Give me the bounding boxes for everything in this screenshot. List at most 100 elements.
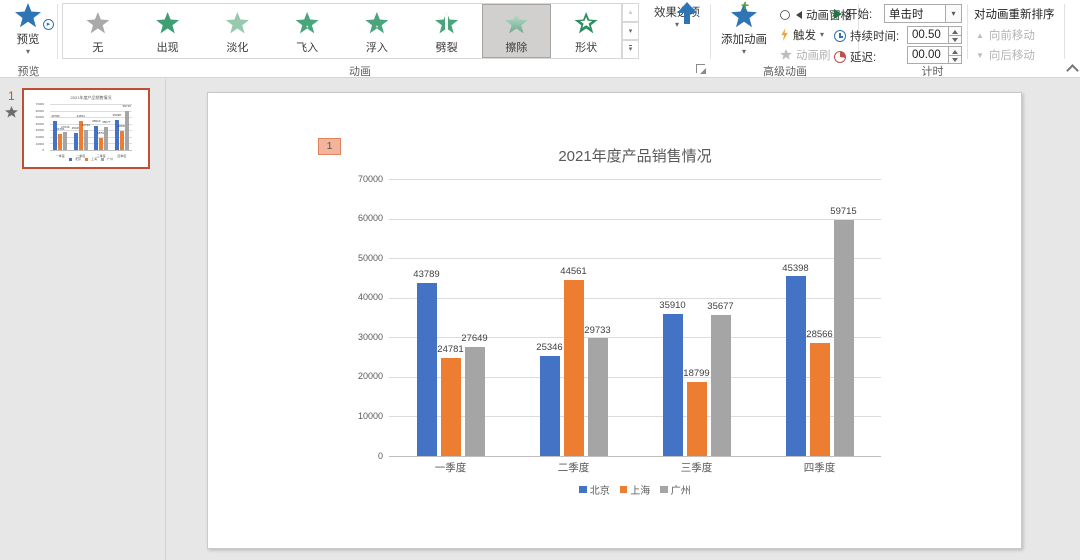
group-separator	[1064, 4, 1065, 59]
fly-in-star-icon: ↑	[296, 12, 319, 34]
lightning-bolt-icon	[780, 28, 789, 41]
slide-canvas[interactable]: 1 2021年度产品销售情况01000020000300004000050000…	[207, 92, 1022, 549]
chevron-down-icon: ▾	[820, 30, 824, 39]
preview-button-label: 预览	[4, 31, 52, 47]
data-label: 45398	[771, 263, 821, 274]
chevron-down-icon: ▾	[4, 48, 52, 56]
y-axis-label: 20000	[343, 371, 383, 381]
y-axis-label: 70000	[343, 174, 383, 184]
legend-swatch	[101, 158, 104, 161]
appear-star-icon	[156, 12, 179, 34]
triangle-up-icon: ▲	[976, 31, 984, 40]
animation-pane-icon	[780, 10, 790, 20]
legend-item: 北京	[69, 157, 81, 161]
chevron-down-icon: ▾	[712, 48, 776, 56]
delay-spinner[interactable]	[948, 47, 961, 63]
bar-上海-三季度	[99, 138, 103, 150]
legend-item: 上海	[85, 157, 97, 161]
gridline	[389, 258, 881, 259]
slide-number: 1	[8, 89, 15, 103]
bar-北京-三季度	[663, 314, 683, 456]
data-label: 45398	[92, 113, 142, 117]
delay-clock-icon	[834, 51, 846, 63]
trigger-button[interactable]: 触发 ▾	[780, 26, 824, 43]
animation-gallery-item-float-in[interactable]: ↑浮入	[342, 4, 412, 58]
chart-legend: 北京上海广州	[389, 482, 881, 497]
split-star-icon	[435, 12, 458, 34]
move-later-label: 向后移动	[989, 47, 1035, 63]
animation-painter-button: 动画刷	[780, 46, 831, 63]
play-icon: ▸	[43, 19, 54, 30]
chart-legend: 北京上海广州	[50, 157, 132, 161]
gallery-scroll-up-button[interactable]: ▴	[622, 3, 639, 22]
bar-北京-二季度	[540, 356, 560, 456]
preview-group-label: 预览	[0, 63, 57, 79]
bar-广州-四季度	[125, 111, 129, 150]
bar-广州-一季度	[465, 347, 485, 456]
bar-北京-一季度	[417, 283, 437, 456]
y-axis-label: 10000	[24, 142, 44, 146]
ribbon-animations-tab: ▸ 预览 ▾ 预览 无出现淡化 ↑ 飞入↑浮入劈裂擦除形状 ▴ ▾ ▾ 效果选项 ▾…	[0, 0, 1080, 78]
bar-广州-一季度	[63, 132, 67, 150]
duration-label: 持续时间:	[850, 28, 899, 44]
duration-row: 持续时间:	[834, 28, 899, 44]
bar-北京-四季度	[786, 276, 806, 456]
data-label: 43789	[402, 269, 452, 280]
animation-gallery-item-none[interactable]: 无	[63, 4, 133, 58]
animation-gallery-item-split[interactable]: 劈裂	[412, 4, 482, 58]
slide-thumbnail[interactable]: 2021年度产品销售情况0100002000030000400005000060…	[22, 88, 150, 169]
thumbnail-chart: 2021年度产品销售情况0100002000030000400005000060…	[24, 90, 148, 167]
data-label: 27649	[450, 333, 500, 344]
duration-value: 00.50	[908, 27, 948, 43]
gallery-item-label: 劈裂	[413, 39, 481, 55]
gallery-more-button[interactable]: ▾	[622, 40, 639, 59]
x-axis-label: 二季度	[534, 460, 614, 475]
data-label: 59715	[102, 104, 148, 108]
bar-上海-一季度	[441, 358, 461, 456]
gallery-item-label: 飞入	[273, 39, 341, 55]
star-shape	[15, 3, 41, 28]
gridline	[389, 377, 881, 378]
legend-item: 上海	[620, 482, 651, 497]
bar-上海-一季度	[58, 134, 62, 150]
shape-star-icon	[575, 12, 598, 34]
legend-item: 广州	[660, 482, 691, 497]
gallery-item-label: 擦除	[483, 39, 551, 55]
sales-bar-chart[interactable]: 2021年度产品销售情况0100002000030000400005000060…	[208, 93, 1021, 548]
gallery-scroll-down-button[interactable]: ▾	[622, 22, 639, 41]
reorder-animation-label: 对动画重新排序	[974, 6, 1055, 22]
gallery-scroll-strip: ▴ ▾ ▾	[622, 3, 639, 59]
animation-gallery-item-fly-in[interactable]: ↑ 飞入	[272, 4, 342, 58]
animation-gallery-item-shape[interactable]: 形状	[551, 4, 621, 58]
animation-indicator-star-icon	[5, 106, 18, 118]
animation-group-label: 动画	[300, 63, 420, 79]
dialog-launcher-icon[interactable]	[696, 64, 705, 73]
preview-button[interactable]: ▸ 预览 ▾	[4, 2, 52, 62]
duration-input[interactable]: 00.50	[907, 26, 962, 44]
none-star-icon	[86, 12, 109, 34]
animation-gallery-item-fade[interactable]: 淡化	[203, 4, 273, 58]
data-label: 18799	[76, 131, 126, 135]
collapse-ribbon-button[interactable]	[1066, 64, 1079, 77]
data-label: 35677	[696, 301, 746, 312]
duration-clock-icon	[834, 30, 846, 42]
y-axis-label: 10000	[343, 411, 383, 421]
gridline	[389, 456, 881, 457]
gridline	[50, 111, 132, 112]
y-axis-label: 20000	[24, 135, 44, 139]
effect-options-button[interactable]: 效果选项 ▾	[646, 2, 708, 62]
float-in-star-icon: ↑	[365, 12, 388, 34]
plus-icon: +	[741, 0, 749, 12]
gallery-item-label: 出现	[134, 39, 202, 55]
add-animation-button[interactable]: + 添加动画 ▾	[712, 2, 776, 62]
slide-editor-area[interactable]: 1 2021年度产品销售情况01000020000300004000050000…	[166, 79, 1080, 560]
animation-gallery-item-appear[interactable]: 出现	[133, 4, 203, 58]
start-dropdown[interactable]: 单击时 ▾	[884, 4, 962, 23]
y-axis-label: 50000	[343, 253, 383, 263]
y-axis-label: 60000	[343, 213, 383, 223]
delay-input[interactable]: 00.00	[907, 46, 962, 64]
chevron-down-icon[interactable]: ▾	[945, 5, 961, 22]
animation-gallery-item-wipe[interactable]: 擦除	[482, 4, 552, 58]
duration-spinner[interactable]	[948, 27, 961, 43]
move-earlier-label: 向前移动	[989, 27, 1035, 43]
